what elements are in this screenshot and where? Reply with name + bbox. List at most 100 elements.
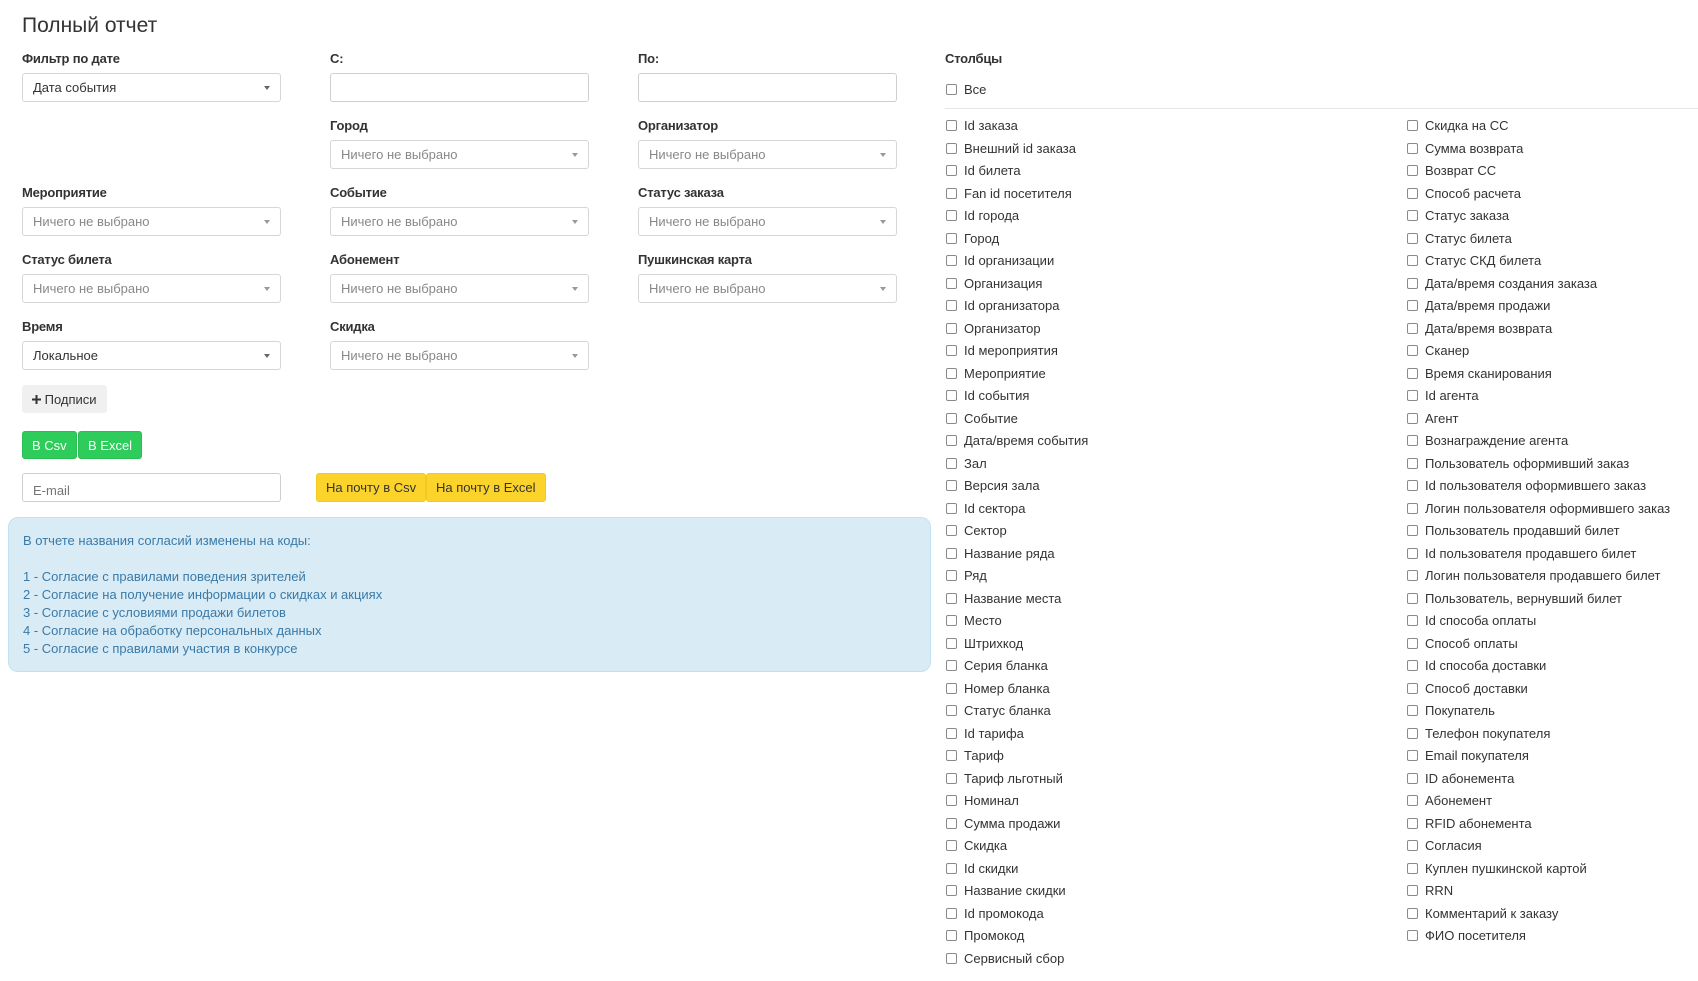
- column-item[interactable]: Id способа оплаты: [1407, 613, 1536, 631]
- column-item[interactable]: RRN: [1407, 883, 1453, 901]
- column-checkbox[interactable]: [946, 300, 957, 312]
- column-item[interactable]: Скидка на СС: [1407, 118, 1509, 136]
- column-item[interactable]: Пользователь продавший билет: [1407, 523, 1620, 541]
- column-checkbox[interactable]: [1407, 525, 1418, 537]
- column-item[interactable]: ФИО посетителя: [1407, 928, 1526, 946]
- column-checkbox[interactable]: [1407, 660, 1418, 672]
- column-item[interactable]: Id агента: [1407, 388, 1479, 406]
- subscription-select[interactable]: Ничего не выбрано: [330, 274, 589, 303]
- column-checkbox[interactable]: [946, 345, 957, 357]
- column-item[interactable]: Дата/время возврата: [1407, 321, 1552, 339]
- column-item[interactable]: Название скидки: [946, 883, 1066, 901]
- column-item[interactable]: Комментарий к заказу: [1407, 906, 1558, 924]
- column-item[interactable]: Мероприятие: [946, 366, 1046, 384]
- column-checkbox[interactable]: [946, 457, 957, 469]
- column-checkbox[interactable]: [1407, 885, 1418, 897]
- column-checkbox[interactable]: [946, 682, 957, 694]
- column-checkbox[interactable]: [946, 187, 957, 199]
- column-item[interactable]: Событие: [946, 411, 1018, 429]
- event-select[interactable]: Ничего не выбрано: [330, 207, 589, 236]
- column-checkbox[interactable]: [946, 255, 957, 267]
- column-item[interactable]: Id способа доставки: [1407, 658, 1546, 676]
- column-checkbox[interactable]: [946, 885, 957, 897]
- column-checkbox[interactable]: [1407, 570, 1418, 582]
- captions-button[interactable]: Подписи: [22, 385, 107, 413]
- column-item[interactable]: Id заказа: [946, 118, 1018, 136]
- column-item[interactable]: Id тарифа: [946, 726, 1024, 744]
- column-item[interactable]: Логин пользователя оформившего заказ: [1407, 501, 1670, 519]
- column-checkbox[interactable]: [1407, 682, 1418, 694]
- column-checkbox[interactable]: [1407, 547, 1418, 559]
- column-item[interactable]: Способ расчета: [1407, 186, 1521, 204]
- column-checkbox[interactable]: [1407, 255, 1418, 267]
- column-checkbox[interactable]: [946, 840, 957, 852]
- column-item[interactable]: Id промокода: [946, 906, 1044, 924]
- column-checkbox[interactable]: [1407, 277, 1418, 289]
- column-item[interactable]: Email покупателя: [1407, 748, 1529, 766]
- column-checkbox[interactable]: [946, 705, 957, 717]
- column-item[interactable]: Штрихкод: [946, 636, 1023, 654]
- column-item[interactable]: Организатор: [946, 321, 1041, 339]
- column-checkbox[interactable]: [1407, 772, 1418, 784]
- select-all-checkbox[interactable]: [946, 84, 957, 96]
- column-checkbox[interactable]: [946, 795, 957, 807]
- column-item[interactable]: Скидка: [946, 838, 1007, 856]
- column-checkbox[interactable]: [946, 165, 957, 177]
- column-checkbox[interactable]: [1407, 502, 1418, 514]
- column-checkbox[interactable]: [946, 615, 957, 627]
- column-item[interactable]: Тариф льготный: [946, 771, 1063, 789]
- column-item[interactable]: Дата/время события: [946, 433, 1088, 451]
- column-item[interactable]: Организация: [946, 276, 1042, 294]
- event-group-select[interactable]: Ничего не выбрано: [22, 207, 281, 236]
- column-item[interactable]: Статус заказа: [1407, 208, 1509, 226]
- column-item[interactable]: Агент: [1407, 411, 1459, 429]
- discount-select[interactable]: Ничего не выбрано: [330, 341, 589, 370]
- select-all-item[interactable]: Все: [946, 82, 986, 100]
- column-item[interactable]: Способ доставки: [1407, 681, 1528, 699]
- column-checkbox[interactable]: [1407, 390, 1418, 402]
- column-item[interactable]: Возврат СС: [1407, 163, 1496, 181]
- column-item[interactable]: ID абонемента: [1407, 771, 1514, 789]
- column-checkbox[interactable]: [1407, 840, 1418, 852]
- column-item[interactable]: Сервисный сбор: [946, 951, 1064, 969]
- column-checkbox[interactable]: [1407, 615, 1418, 627]
- export-excel-button[interactable]: В Excel: [78, 431, 143, 459]
- column-checkbox[interactable]: [1407, 367, 1418, 379]
- column-item[interactable]: Id скидки: [946, 861, 1018, 879]
- column-item[interactable]: Дата/время создания заказа: [1407, 276, 1597, 294]
- column-checkbox[interactable]: [1407, 750, 1418, 762]
- column-item[interactable]: Id пользователя оформившего заказ: [1407, 478, 1646, 496]
- column-item[interactable]: Пользователь оформивший заказ: [1407, 456, 1629, 474]
- column-item[interactable]: Id мероприятия: [946, 343, 1058, 361]
- column-item[interactable]: Зал: [946, 456, 987, 474]
- pushkin-card-select[interactable]: Ничего не выбрано: [638, 274, 897, 303]
- column-item[interactable]: Id сектора: [946, 501, 1026, 519]
- column-item[interactable]: Статус СКД билета: [1407, 253, 1541, 271]
- time-select[interactable]: Локальное: [22, 341, 281, 370]
- column-checkbox[interactable]: [1407, 637, 1418, 649]
- column-checkbox[interactable]: [1407, 300, 1418, 312]
- export-csv-button[interactable]: В Csv: [22, 431, 77, 459]
- column-checkbox[interactable]: [946, 232, 957, 244]
- column-item[interactable]: Название места: [946, 591, 1061, 609]
- column-checkbox[interactable]: [1407, 187, 1418, 199]
- column-item[interactable]: Дата/время продажи: [1407, 298, 1550, 316]
- column-item[interactable]: Согласия: [1407, 838, 1482, 856]
- mail-csv-button[interactable]: На почту в Csv: [316, 473, 427, 502]
- column-checkbox[interactable]: [946, 817, 957, 829]
- column-checkbox[interactable]: [946, 930, 957, 942]
- column-checkbox[interactable]: [946, 727, 957, 739]
- column-checkbox[interactable]: [946, 367, 957, 379]
- column-checkbox[interactable]: [1407, 907, 1418, 919]
- column-item[interactable]: Сумма продажи: [946, 816, 1060, 834]
- column-checkbox[interactable]: [946, 772, 957, 784]
- column-checkbox[interactable]: [946, 435, 957, 447]
- column-checkbox[interactable]: [1407, 592, 1418, 604]
- column-checkbox[interactable]: [1407, 210, 1418, 222]
- organizer-select[interactable]: Ничего не выбрано: [638, 140, 897, 169]
- city-select[interactable]: Ничего не выбрано: [330, 140, 589, 169]
- column-item[interactable]: Промокод: [946, 928, 1024, 946]
- column-item[interactable]: Серия бланка: [946, 658, 1048, 676]
- column-checkbox[interactable]: [946, 907, 957, 919]
- ticket-status-select[interactable]: Ничего не выбрано: [22, 274, 281, 303]
